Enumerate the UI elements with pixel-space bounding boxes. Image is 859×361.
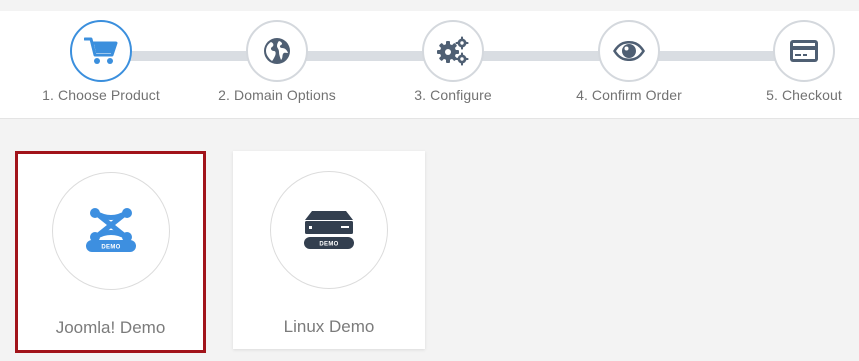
top-strip: [0, 0, 859, 11]
product-card-linux-demo[interactable]: DEMO Linux Demo: [233, 151, 425, 349]
eye-icon: [613, 41, 645, 61]
step-circle[interactable]: [70, 20, 132, 82]
step-label: 2. Domain Options: [218, 87, 336, 103]
step-circle[interactable]: [598, 20, 660, 82]
order-steps-bar: 1. Choose Product 2. Domain Options 3. C…: [0, 11, 859, 119]
globe-icon: [264, 38, 290, 64]
step-circle[interactable]: [422, 20, 484, 82]
credit-card-icon: [790, 40, 818, 62]
product-card-joomla-demo[interactable]: DEMO Joomla! Demo: [15, 151, 206, 353]
product-icon-circle: DEMO: [52, 172, 170, 290]
step-label: 1. Choose Product: [42, 87, 160, 103]
joomla-icon: DEMO: [86, 208, 136, 252]
step-label: 5. Checkout: [766, 87, 842, 103]
cart-icon: [84, 37, 118, 64]
step-circle[interactable]: [773, 20, 835, 82]
product-name: Linux Demo: [283, 317, 375, 336]
gears-icon: [437, 36, 469, 66]
server-icon: DEMO: [304, 211, 354, 249]
product-name: Joomla! Demo: [55, 318, 166, 337]
step-label: 3. Configure: [414, 87, 492, 103]
step-label: 4. Confirm Order: [576, 87, 682, 103]
step-circle[interactable]: [246, 20, 308, 82]
product-icon-circle: DEMO: [270, 171, 388, 289]
demo-badge-label: DEMO: [319, 242, 338, 248]
demo-badge-label: DEMO: [101, 245, 120, 251]
